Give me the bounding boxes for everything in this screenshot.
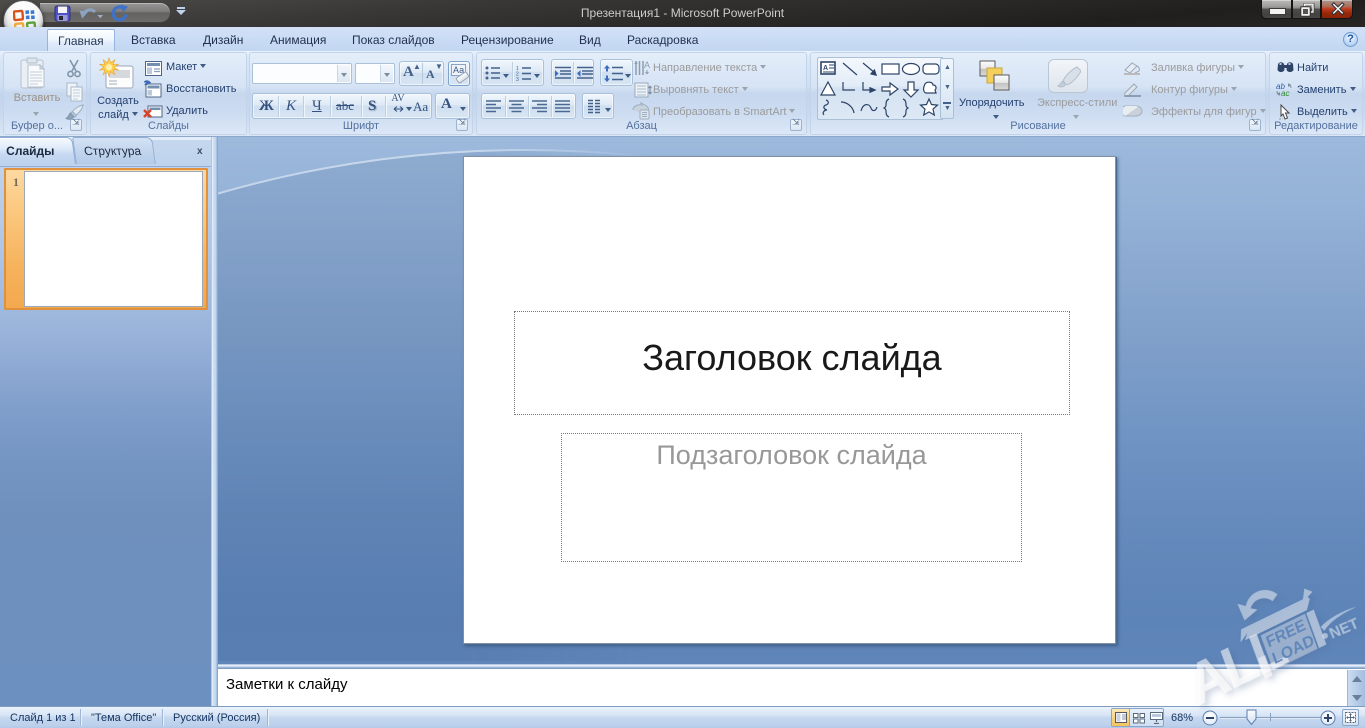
svg-text:3: 3 — [516, 77, 519, 81]
svg-text:A: A — [644, 60, 650, 70]
svg-text:A: A — [823, 65, 828, 72]
svg-text:ac: ac — [1281, 89, 1289, 97]
